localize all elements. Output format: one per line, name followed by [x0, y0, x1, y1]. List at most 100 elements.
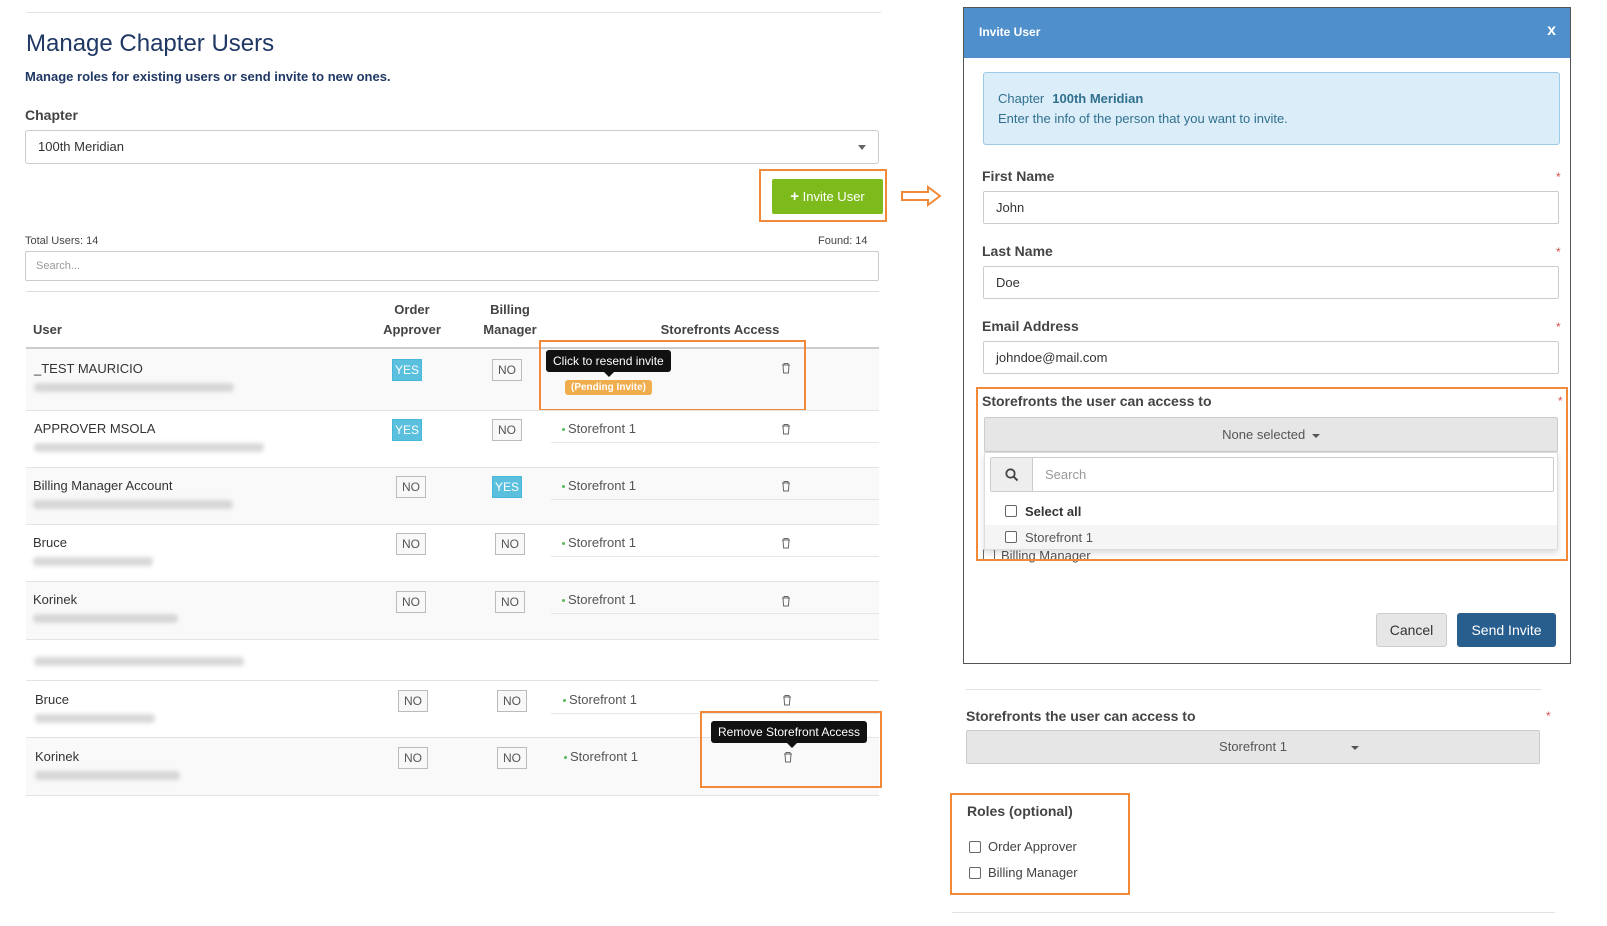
email-field[interactable]: johndoe@mail.com: [983, 341, 1559, 374]
billing-badge[interactable]: NO: [492, 359, 522, 381]
table-row[interactable]: Billing Manager Account NO YES Storefron…: [26, 468, 879, 524]
multiselect-search-placeholder: Search: [1045, 467, 1087, 482]
table-row[interactable]: Korinek NO NO Storefront 1: [26, 582, 879, 639]
multiselect-value: None selected: [1222, 427, 1306, 442]
plus-icon: +: [790, 188, 799, 205]
header-billing-manager: Billing Manager: [483, 302, 537, 337]
user-search-placeholder: Search...: [36, 260, 81, 272]
billing-badge[interactable]: NO: [495, 533, 525, 555]
user-name: APPROVER MSOLA: [34, 421, 156, 436]
tooltip-arrow: [787, 743, 797, 748]
user-email-redacted: [33, 557, 153, 566]
last-name-field[interactable]: Doe: [983, 266, 1559, 299]
required-mark: *: [1556, 245, 1561, 259]
top-divider: [26, 12, 881, 13]
chapter-label: Chapter: [25, 107, 78, 123]
user-name: Billing Manager Account: [33, 478, 173, 493]
storefront-item: Storefront 1: [562, 535, 636, 550]
header-user: User: [33, 322, 62, 337]
trash-icon[interactable]: [781, 595, 791, 607]
storefronts-select-2-value: Storefront 1: [1219, 739, 1287, 754]
first-name-field[interactable]: John: [983, 191, 1559, 224]
table-row[interactable]: APPROVER MSOLA YES NO Storefront 1: [26, 411, 879, 467]
storefronts-label-2: Storefronts the user can access to: [966, 708, 1196, 724]
info-chapter-label: Chapter: [998, 91, 1045, 106]
approver-badge[interactable]: YES: [392, 359, 422, 381]
user-email-redacted: [35, 714, 155, 723]
storefront-item: Storefront 1: [563, 692, 637, 707]
role-billing-manager[interactable]: Billing Manager: [969, 865, 1078, 880]
modal-header: Invite User x: [964, 8, 1570, 58]
trash-icon[interactable]: [781, 537, 791, 549]
order-approver-checkbox[interactable]: [969, 841, 981, 853]
required-mark: *: [1546, 709, 1551, 723]
invite-user-button[interactable]: + Invite User: [772, 179, 883, 214]
storefront-item: Storefront 1: [562, 592, 636, 607]
user-name: Korinek: [35, 749, 80, 764]
storefronts-label: Storefronts the user can access to: [982, 393, 1212, 409]
approver-badge[interactable]: NO: [396, 533, 426, 555]
billing-badge[interactable]: YES: [492, 476, 522, 498]
page-title: Manage Chapter Users: [26, 30, 275, 57]
billing-badge[interactable]: NO: [495, 591, 525, 613]
info-chapter-value: 100th Meridian: [1052, 91, 1144, 106]
trash-icon[interactable]: [781, 423, 791, 435]
storefront-item: Storefront 1: [562, 478, 636, 493]
caret-down-icon: [1351, 746, 1359, 750]
user-name: Bruce: [33, 535, 67, 550]
storefronts-select-2[interactable]: Storefront 1: [966, 730, 1540, 764]
modal-title: Invite User: [979, 25, 1041, 39]
billing-manager-checkbox[interactable]: [969, 867, 981, 879]
multiselect-search-input[interactable]: Search: [990, 457, 1554, 492]
multiselect-dropdown: Search Select all Storefront 1: [984, 452, 1558, 550]
user-email-redacted: [34, 383, 234, 392]
approver-badge[interactable]: NO: [396, 476, 426, 498]
storefront-checkbox[interactable]: [1005, 531, 1017, 543]
chapter-select-value: 100th Meridian: [38, 139, 124, 154]
storefronts-multiselect[interactable]: None selected: [984, 417, 1558, 452]
info-text: Enter the info of the person that you wa…: [998, 111, 1288, 126]
table-row[interactable]: Bruce NO NO Storefront 1: [26, 525, 879, 581]
cancel-button[interactable]: Cancel: [1376, 613, 1447, 647]
page-subtitle: Manage roles for existing users or send …: [25, 69, 391, 84]
email-label: Email Address: [982, 318, 1079, 334]
storefront-option[interactable]: Storefront 1: [1005, 529, 1093, 545]
user-name: Bruce: [35, 692, 69, 707]
caret-down-icon: [1311, 433, 1320, 438]
header-storefronts-access: Storefronts Access: [660, 322, 780, 337]
storefront-item: Storefront 1: [564, 749, 638, 764]
required-mark: *: [1556, 170, 1561, 184]
billing-badge[interactable]: NO: [492, 419, 522, 441]
chapter-select[interactable]: 100th Meridian: [25, 130, 879, 164]
close-icon[interactable]: x: [1547, 22, 1556, 40]
user-search-input[interactable]: Search...: [25, 251, 879, 281]
trash-icon[interactable]: [781, 480, 791, 492]
approver-badge[interactable]: NO: [396, 591, 426, 613]
remove-storefront-tooltip: Remove Storefront Access: [711, 721, 868, 743]
select-all-checkbox[interactable]: [1005, 505, 1017, 517]
trash-icon[interactable]: [782, 694, 792, 706]
tooltip-arrow: [604, 372, 614, 377]
required-mark: *: [1556, 320, 1561, 334]
billing-badge[interactable]: NO: [497, 690, 527, 712]
select-all-option[interactable]: Select all: [1005, 503, 1081, 519]
user-email-redacted: [33, 614, 178, 623]
header-order-approver: Order Approver: [383, 302, 441, 337]
user-name: _TEST MAURICIO: [34, 361, 143, 376]
approver-badge[interactable]: NO: [398, 747, 428, 769]
billing-badge[interactable]: NO: [497, 747, 527, 769]
approver-badge[interactable]: NO: [398, 690, 428, 712]
found-count: Found: 14: [818, 235, 868, 247]
send-invite-button[interactable]: Send Invite: [1457, 613, 1556, 647]
total-users: Total Users: 14: [25, 235, 99, 247]
roles-label: Roles (optional): [967, 803, 1073, 819]
user-email-redacted: [33, 500, 233, 509]
approver-badge[interactable]: YES: [392, 419, 422, 441]
role-order-approver[interactable]: Order Approver: [969, 839, 1077, 854]
table-top-line: [26, 291, 879, 292]
last-name-label: Last Name: [982, 243, 1053, 259]
resend-invite-tooltip: Click to resend invite: [546, 350, 671, 372]
required-mark: *: [1558, 394, 1563, 408]
invite-user-label: Invite User: [802, 189, 865, 204]
user-name: Korinek: [33, 592, 78, 607]
